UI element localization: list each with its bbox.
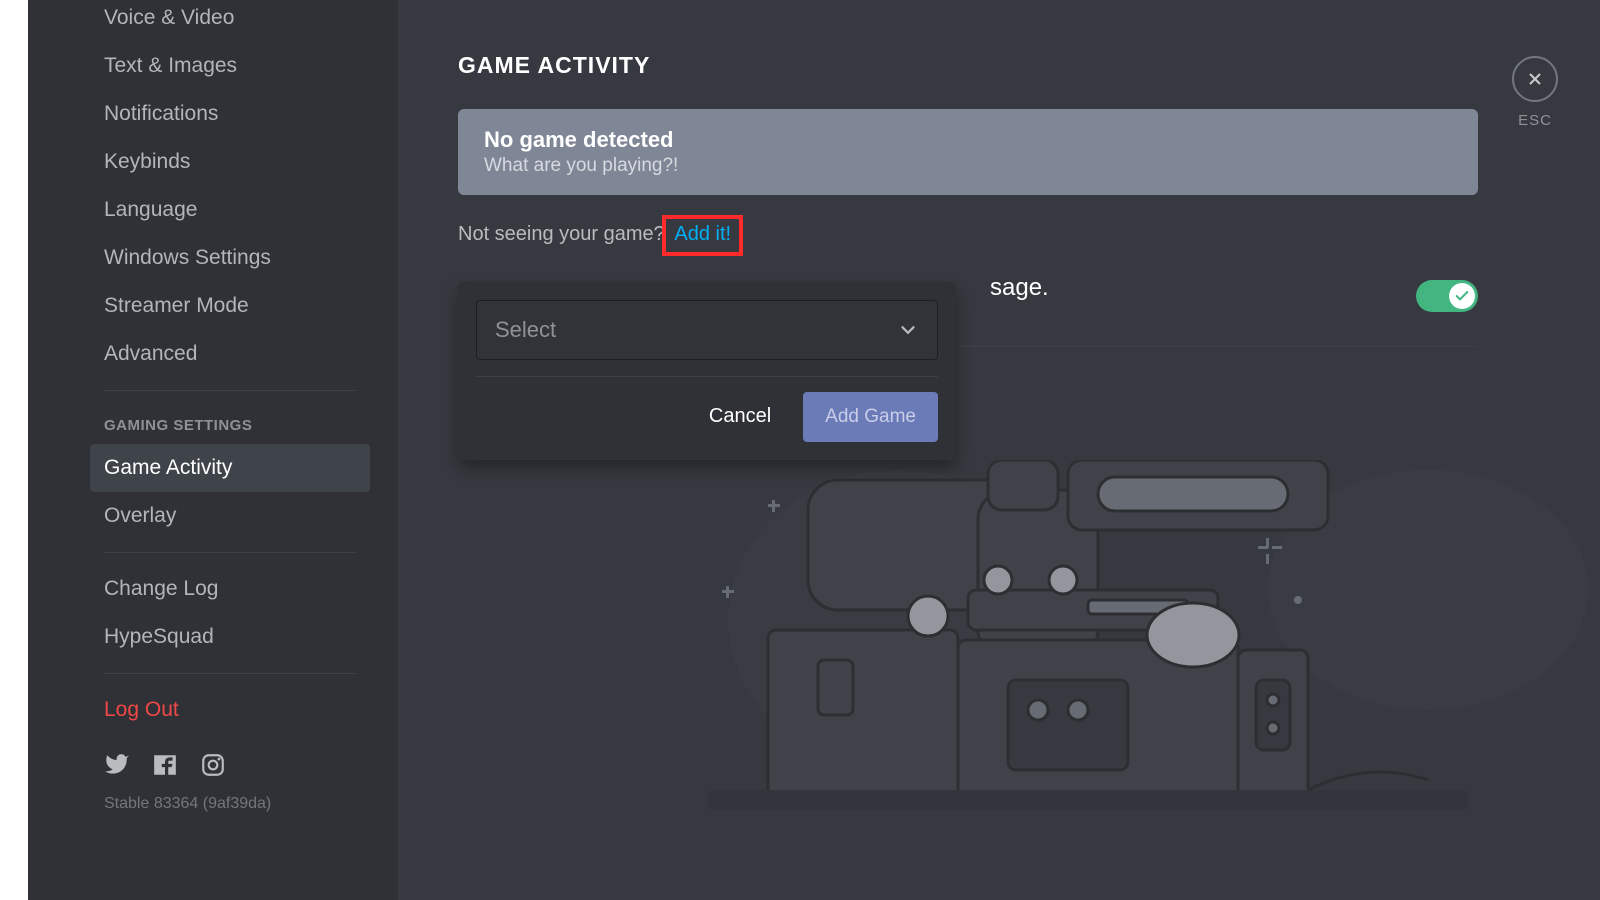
add-it-link[interactable]: Add it! — [674, 223, 731, 245]
banner-subtitle: What are you playing?! — [484, 155, 1452, 177]
status-toggle[interactable] — [1416, 280, 1478, 312]
status-message-label-partial: sage. — [990, 274, 1049, 302]
sidebar-item-notifications[interactable]: Notifications — [90, 90, 370, 138]
sidebar-item-windows-settings[interactable]: Windows Settings — [90, 234, 370, 282]
sidebar-item-keybinds[interactable]: Keybinds — [90, 138, 370, 186]
sidebar-item-voice-video[interactable]: Voice & Video — [90, 0, 370, 42]
banner-title: No game detected — [484, 127, 1452, 153]
arcade-illustration — [668, 460, 1600, 860]
sidebar-divider — [104, 673, 356, 674]
sidebar-item-logout[interactable]: Log Out — [90, 686, 370, 734]
esc-label: ESC — [1518, 112, 1552, 129]
version-text: Stable 83364 (9af39da) — [90, 789, 370, 819]
add-game-button[interactable]: Add Game — [803, 392, 938, 442]
no-game-banner: No game detected What are you playing?! — [458, 109, 1478, 195]
add-game-popover: Select Cancel Add Game — [458, 282, 956, 460]
close-button[interactable] — [1512, 56, 1558, 102]
close-container: ESC — [1512, 56, 1558, 129]
popover-divider — [476, 376, 938, 377]
close-icon — [1525, 69, 1545, 89]
sidebar-item-game-activity[interactable]: Game Activity — [90, 444, 370, 492]
game-select[interactable]: Select — [476, 300, 938, 360]
highlight-box: Add it! — [662, 215, 743, 256]
chevron-down-icon — [897, 319, 919, 341]
sidebar-item-advanced[interactable]: Advanced — [90, 330, 370, 378]
page-title: GAME ACTIVITY — [458, 52, 1540, 79]
sidebar-item-streamer-mode[interactable]: Streamer Mode — [90, 282, 370, 330]
social-links — [90, 734, 370, 789]
content-area: GAME ACTIVITY No game detected What are … — [398, 0, 1600, 900]
prompt-text: Not seeing your game? — [458, 223, 665, 245]
toggle-knob — [1449, 283, 1475, 309]
sidebar-item-text-images[interactable]: Text & Images — [90, 42, 370, 90]
sidebar-category-gaming: GAMING SETTINGS — [90, 403, 370, 444]
sidebar-divider — [104, 390, 356, 391]
window-gutter — [0, 0, 28, 900]
instagram-icon[interactable] — [200, 752, 226, 783]
sidebar-divider — [104, 552, 356, 553]
sidebar-item-change-log[interactable]: Change Log — [90, 565, 370, 613]
settings-sidebar: Voice & Video Text & Images Notification… — [28, 0, 398, 900]
facebook-icon[interactable] — [152, 752, 178, 783]
sidebar-item-hypesquad[interactable]: HypeSquad — [90, 613, 370, 661]
check-icon — [1454, 288, 1470, 304]
sidebar-item-overlay[interactable]: Overlay — [90, 492, 370, 540]
select-placeholder: Select — [495, 317, 556, 343]
cancel-button[interactable]: Cancel — [687, 391, 793, 442]
sidebar-item-language[interactable]: Language — [90, 186, 370, 234]
add-game-prompt: Not seeing your game? Add it! — [458, 215, 1540, 256]
twitter-icon[interactable] — [104, 752, 130, 783]
